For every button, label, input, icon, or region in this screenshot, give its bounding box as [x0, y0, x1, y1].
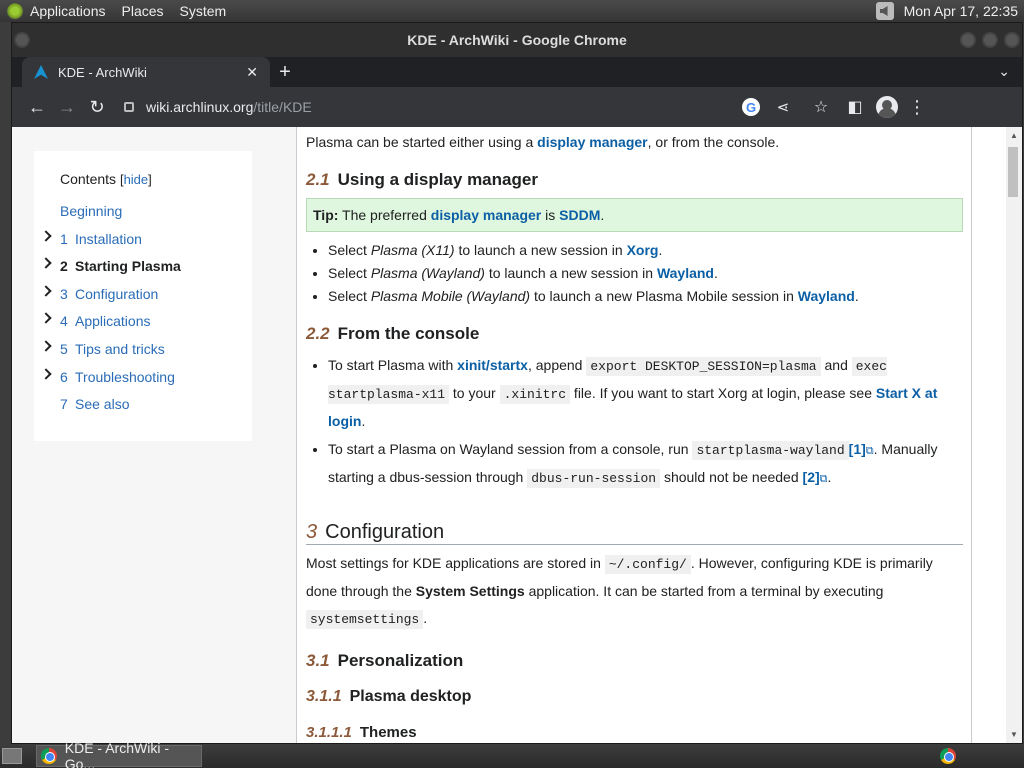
window-menu-icon[interactable]	[14, 32, 30, 48]
chevron-right-icon[interactable]	[40, 312, 52, 325]
article-body: Plasma can be started either using a dis…	[296, 127, 972, 743]
chevron-right-icon[interactable]	[40, 229, 52, 242]
kebab-menu-icon[interactable]: ⋮	[902, 92, 932, 122]
code-xinitrc: .xinitrc	[499, 385, 571, 404]
reload-icon[interactable]: ↻	[82, 92, 112, 122]
link-xorg[interactable]: Xorg	[627, 242, 659, 258]
tab-strip: KDE - ArchWiki ✕ + ⌄	[12, 57, 1022, 87]
code-dbus-run-session: dbus-run-session	[527, 469, 661, 488]
display-manager-list: Select Plasma (X11) to launch a new sess…	[328, 240, 963, 306]
heading-personalization: 3.1 Personalization	[306, 651, 464, 670]
scroll-up-arrow-icon[interactable]: ▲	[1010, 131, 1018, 140]
chevron-right-icon[interactable]	[40, 367, 52, 380]
heading-from-the-console: 2.2 From the console	[306, 324, 480, 343]
menu-applications[interactable]: Applications	[30, 3, 106, 19]
page-viewport: Contents [hide] Beginning 1 Installation …	[12, 127, 1022, 743]
heading-themes: 3.1.1.1 Themes	[306, 724, 417, 741]
list-item: Select Plasma (Wayland) to launch a new …	[328, 263, 963, 283]
list-item: Select Plasma (X11) to launch a new sess…	[328, 240, 963, 260]
toc-item-starting-plasma[interactable]: 2 Starting Plasma	[40, 256, 252, 284]
mint-logo-icon[interactable]	[6, 2, 24, 20]
link-display-manager-tip[interactable]: display manager	[431, 207, 542, 223]
chrome-icon	[41, 748, 57, 764]
maximize-icon[interactable]	[982, 32, 998, 48]
toc-item-see-also[interactable]: 7 See also	[60, 394, 252, 422]
list-item: To start a Plasma on Wayland session fro…	[328, 436, 963, 492]
toc-item-configuration[interactable]: 3 Configuration	[40, 284, 252, 312]
show-desktop-icon[interactable]	[2, 748, 22, 764]
tab-close-icon[interactable]: ✕	[246, 64, 258, 81]
link-display-manager[interactable]: display manager	[537, 134, 648, 150]
new-tab-button[interactable]: +	[274, 61, 296, 83]
link-wayland[interactable]: Wayland	[657, 265, 714, 281]
volume-icon[interactable]	[875, 2, 894, 20]
code-config-dir: ~/.config/	[604, 555, 691, 574]
bottom-panel: KDE - ArchWiki - Go...	[0, 740, 1024, 768]
tab-kde-archwiki[interactable]: KDE - ArchWiki ✕	[22, 57, 270, 87]
window-title: KDE - ArchWiki - Google Chrome	[407, 32, 627, 48]
chevron-right-icon[interactable]	[40, 285, 52, 297]
console-list: To start Plasma with xinit/startx, appen…	[328, 352, 963, 492]
ref-link-2[interactable]: [2]	[803, 469, 820, 485]
archlinux-favicon-icon	[34, 65, 48, 79]
external-link-icon: ⧉	[865, 445, 874, 457]
toc-item-applications[interactable]: 4 Applications	[40, 311, 252, 339]
profile-avatar-icon[interactable]	[876, 96, 898, 118]
toc-heading: Contents [hide]	[60, 171, 152, 187]
scrollbar-thumb[interactable]	[1008, 147, 1018, 197]
back-arrow-icon[interactable]: ←	[22, 92, 52, 122]
link-xinit-startx[interactable]: xinit/startx	[457, 357, 528, 373]
minimize-icon[interactable]	[960, 32, 976, 48]
side-panel-icon[interactable]: ◧	[840, 92, 870, 122]
code-startplasma-wayland: startplasma-wayland	[692, 441, 849, 460]
code-systemsettings: systemsettings	[306, 610, 424, 629]
toc-item-troubleshooting[interactable]: 6 Troubleshooting	[40, 367, 252, 395]
url-host: wiki.archlinux.org	[146, 99, 254, 115]
tray-chrome-icon[interactable]	[940, 748, 956, 764]
link-wayland-mobile[interactable]: Wayland	[798, 288, 855, 304]
chevron-right-icon[interactable]	[40, 257, 52, 269]
menu-places[interactable]: Places	[122, 3, 164, 19]
tab-title: KDE - ArchWiki	[58, 64, 147, 80]
list-item: To start Plasma with xinit/startx, appen…	[328, 352, 963, 434]
menu-system[interactable]: System	[180, 3, 227, 19]
chevron-right-icon[interactable]	[40, 340, 52, 352]
tab-search-chevron-icon[interactable]: ⌄	[998, 63, 1010, 80]
address-bar[interactable]: wiki.archlinux.org/title/KDE G ⋖ ☆	[116, 92, 836, 122]
browser-toolbar: ← → ↻ wiki.archlinux.org/title/KDE G ⋖ ☆…	[12, 87, 1022, 127]
clock[interactable]: Mon Apr 17, 22:35	[904, 3, 1018, 19]
vertical-scrollbar[interactable]: ▲ ▼	[1006, 127, 1022, 743]
toc-hide-link[interactable]: hide	[124, 172, 149, 187]
scroll-down-arrow-icon[interactable]: ▼	[1010, 730, 1018, 739]
taskbar-label: KDE - ArchWiki - Go...	[64, 740, 169, 768]
window-titlebar[interactable]: KDE - ArchWiki - Google Chrome	[12, 23, 1022, 57]
table-of-contents: Contents [hide] Beginning 1 Installation …	[34, 151, 252, 441]
url-path: /title/KDE	[253, 99, 312, 115]
close-window-icon[interactable]	[1004, 32, 1020, 48]
toc-item-tips-and-tricks[interactable]: 5 Tips and tricks	[40, 339, 252, 367]
toc-item-installation[interactable]: 1 Installation	[40, 229, 252, 257]
intro-paragraph: Plasma can be started either using a dis…	[306, 134, 780, 150]
lock-icon[interactable]	[124, 102, 134, 112]
share-icon[interactable]: ⋖	[768, 92, 798, 122]
top-panel: Applications Places System Mon Apr 17, 2…	[0, 0, 1024, 22]
external-link-icon: ⧉	[819, 473, 828, 485]
heading-using-display-manager: 2.1 Using a display manager	[306, 170, 538, 189]
code-export-desktop-session: export DESKTOP_SESSION=plasma	[586, 357, 821, 376]
browser-window: KDE - ArchWiki - Google Chrome KDE - Arc…	[11, 22, 1023, 744]
taskbar-button-chrome[interactable]: KDE - ArchWiki - Go...	[36, 740, 202, 768]
heading-configuration: 3 Configuration	[306, 522, 963, 545]
forward-arrow-icon[interactable]: →	[52, 92, 82, 122]
bookmark-star-icon[interactable]: ☆	[806, 92, 836, 122]
heading-plasma-desktop: 3.1.1 Plasma desktop	[306, 688, 472, 705]
link-sddm[interactable]: SDDM	[559, 207, 600, 223]
configuration-paragraph: Most settings for KDE applications are s…	[306, 555, 933, 629]
list-item: Select Plasma Mobile (Wayland) to launch…	[328, 286, 963, 306]
ref-link-1[interactable]: [1]	[849, 441, 866, 457]
google-lens-icon[interactable]: G	[742, 98, 760, 116]
toc-item-beginning[interactable]: Beginning	[60, 201, 252, 229]
tip-box: Tip: The preferred display manager is SD…	[306, 198, 963, 232]
